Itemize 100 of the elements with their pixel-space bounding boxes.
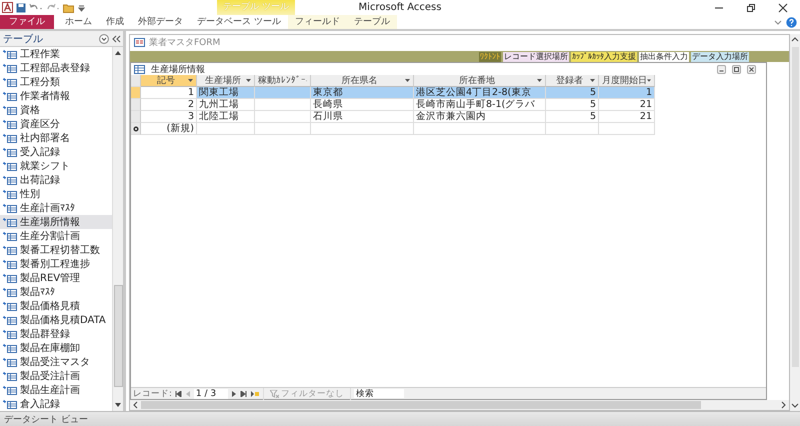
ribbon-tab[interactable]: フィールド	[288, 15, 347, 29]
table-cell: 1	[599, 87, 655, 99]
table-item[interactable]: 工程作業	[0, 47, 112, 61]
close-icon[interactable]	[778, 2, 788, 12]
form-title: 業者マスタFORM	[149, 36, 220, 48]
table-icon	[3, 106, 17, 114]
column-header[interactable]: 生産場所	[197, 75, 255, 87]
new-record-icon[interactable]	[250, 390, 260, 396]
table-item[interactable]: 就業シフト	[0, 159, 112, 173]
scrollbar[interactable]	[112, 47, 123, 411]
banner-button[interactable]: レコード選択場所	[503, 52, 569, 62]
table-item[interactable]: 生産分割計画	[0, 229, 112, 243]
table-item[interactable]: 製品REV管理	[0, 271, 112, 285]
scroll-down-icon[interactable]	[791, 401, 799, 409]
table-item[interactable]: 倉入記録	[0, 397, 112, 411]
table-icon	[3, 358, 17, 366]
collapse-icon[interactable]	[112, 34, 121, 42]
table-item[interactable]: 製番別工程進捗	[0, 257, 112, 271]
datasheet-title: 生産場所情報	[151, 64, 205, 76]
table-item[interactable]: 製品生産計画	[0, 383, 112, 397]
table-item[interactable]: 受入記録	[0, 145, 112, 159]
last-record-icon[interactable]	[240, 390, 247, 396]
table-item[interactable]: 生産計画ﾏｽﾀ	[0, 201, 112, 215]
scroll-thumb[interactable]	[792, 47, 798, 367]
table-item[interactable]: 製品ﾏｽﾀ	[0, 285, 112, 299]
table-item[interactable]: 社内部署名	[0, 131, 112, 145]
table-item[interactable]: 製品在庫棚卸	[0, 341, 112, 355]
table-cell[interactable]: 1	[141, 87, 197, 99]
ribbon-toggle-icon[interactable]	[774, 18, 782, 26]
contextual-tab-group: テーブル ツール	[217, 0, 295, 15]
column-header[interactable]: 記号	[141, 75, 197, 87]
next-record-icon[interactable]	[230, 390, 237, 396]
restore-icon[interactable]	[746, 2, 756, 12]
table-item[interactable]: 製番工程切替工数	[0, 243, 112, 257]
table-cell: 東京都	[311, 87, 414, 99]
table-item[interactable]: 工程部品表登録	[0, 61, 112, 75]
table-item[interactable]: 工程分類	[0, 75, 112, 89]
table-cell: 九州工場	[197, 99, 255, 111]
customize-icon[interactable]	[78, 2, 85, 12]
close-icon[interactable]	[747, 64, 756, 74]
ribbon-tab[interactable]: ホーム	[58, 15, 99, 29]
ribbon-tab[interactable]: テーブル	[346, 15, 397, 29]
scroll-thumb[interactable]	[114, 285, 122, 387]
ribbon-tab[interactable]: 作成	[99, 15, 131, 29]
table-item[interactable]: 資産区分	[0, 117, 112, 131]
banner-button[interactable]: ｶｯﾌﾟﾙｶｯﾀ入力支援	[571, 52, 637, 62]
table-item[interactable]: 製品価格見積	[0, 299, 112, 313]
scroll-left-icon[interactable]	[132, 401, 139, 409]
table-item[interactable]: 生産場所情報	[0, 215, 112, 229]
table-cell	[197, 123, 255, 135]
table-icon	[3, 50, 17, 58]
banner-button[interactable]: データ入力場所	[691, 52, 749, 62]
column-header[interactable]: 所在番地	[414, 75, 546, 87]
scroll-up-icon[interactable]	[791, 36, 799, 44]
save-icon[interactable]	[16, 2, 26, 12]
help-icon[interactable]	[786, 16, 797, 28]
table-item[interactable]: 製品受注計画	[0, 369, 112, 383]
table-item[interactable]: 出荷記録	[0, 173, 112, 187]
table-item[interactable]: 製品群登録	[0, 327, 112, 341]
table-icon	[3, 92, 17, 100]
minimize-icon[interactable]	[717, 64, 726, 74]
column-header[interactable]: 所在県名	[311, 75, 414, 87]
table-icon	[3, 344, 17, 352]
scroll-down-icon[interactable]	[114, 401, 122, 409]
first-record-icon[interactable]	[174, 390, 182, 396]
table-cell: 5	[546, 111, 599, 123]
scrollbar[interactable]	[790, 34, 800, 411]
table-cell	[255, 99, 311, 111]
table-icon	[3, 64, 17, 72]
record-position-field[interactable]: 1 / 3	[194, 388, 228, 398]
folder-icon[interactable]	[63, 2, 75, 12]
record-selector[interactable]	[131, 123, 141, 135]
table-item[interactable]: 資格	[0, 103, 112, 117]
horizontal-scrollbar[interactable]	[130, 400, 789, 410]
new-record-label[interactable]: (新規)	[141, 123, 197, 135]
scroll-right-icon[interactable]	[780, 401, 787, 409]
table-cell: 21	[599, 111, 655, 123]
column-header[interactable]: 稼動ｶﾚﾝﾀﾞｰ	[255, 75, 311, 87]
ribbon-tab[interactable]: 外部データ	[131, 15, 190, 29]
ribbon-tab[interactable]: データベース ツール	[190, 15, 288, 29]
table-item[interactable]: 製品価格見積DATA	[0, 313, 112, 327]
table-icon	[3, 134, 17, 142]
scroll-thumb[interactable]	[141, 401, 701, 409]
table-icon	[3, 246, 17, 254]
table-icon	[3, 288, 17, 296]
table-icon	[3, 330, 17, 338]
table-item[interactable]: 作業者情報	[0, 89, 112, 103]
maximize-icon[interactable]	[732, 64, 741, 74]
ribbon-tab[interactable]: ファイル	[0, 15, 54, 29]
table-icon	[3, 386, 17, 394]
table-icon	[3, 302, 17, 310]
banner-button[interactable]: 抽出条件入力	[639, 52, 689, 62]
table-icon	[3, 372, 17, 380]
record-label: レコード:	[133, 388, 172, 400]
table-icon	[3, 232, 17, 240]
scroll-up-icon[interactable]	[114, 49, 122, 57]
column-header[interactable]: 登録者	[546, 75, 599, 87]
table-item[interactable]: 性別	[0, 187, 112, 201]
column-header[interactable]: 月度開始日	[599, 75, 655, 87]
table-item[interactable]: 製品受注マスタ	[0, 355, 112, 369]
